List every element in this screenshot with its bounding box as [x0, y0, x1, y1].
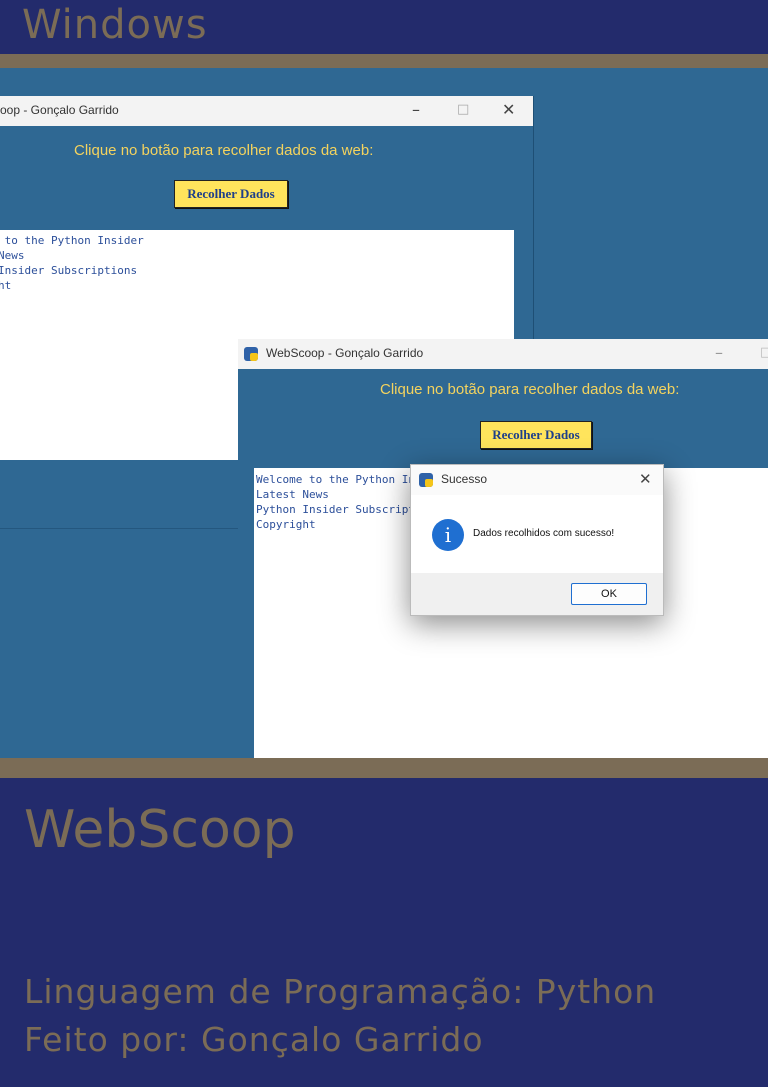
minimize-button[interactable]: – [715, 343, 723, 362]
result-line: Insider Subscriptions [0, 264, 138, 277]
instruction-label: Clique no botão para recolher dados da w… [380, 381, 680, 398]
result-line: News [0, 249, 25, 262]
close-button[interactable]: ✕ [639, 470, 652, 488]
minimize-button[interactable]: – [412, 100, 420, 119]
window-titlebar[interactable]: oop - Gonçalo Garrido – □ ✕ [0, 96, 533, 126]
close-button[interactable]: ✕ [502, 100, 515, 119]
maximize-button[interactable]: □ [760, 345, 768, 360]
collect-data-button[interactable]: Recolher Dados [174, 180, 288, 208]
header-bar: Windows [0, 0, 768, 54]
success-dialog: Sucesso ✕ i Dados recolhidos com sucesso… [410, 464, 664, 616]
python-icon [419, 473, 433, 487]
window-title: WebScoop - Gonçalo Garrido [266, 346, 424, 360]
collect-data-button[interactable]: Recolher Dados [480, 421, 592, 449]
footer-band [0, 758, 768, 778]
window-title: oop - Gonçalo Garrido [0, 103, 119, 117]
dialog-titlebar[interactable]: Sucesso ✕ [411, 465, 663, 495]
dialog-message: Dados recolhidos com sucesso! [473, 528, 615, 539]
divider [0, 528, 240, 529]
header-band [0, 54, 768, 68]
header-title: Windows [22, 2, 208, 48]
project-title: WebScoop [24, 800, 296, 860]
info-icon: i [432, 519, 464, 551]
window-titlebar[interactable]: WebScoop - Gonçalo Garrido – □ [238, 339, 768, 369]
author-line: Feito por: Gonçalo Garrido [24, 1020, 484, 1059]
ok-button[interactable]: OK [571, 583, 647, 605]
python-icon [244, 347, 258, 361]
language-line: Linguagem de Programação: Python [24, 972, 657, 1011]
screenshot-area: oop - Gonçalo Garrido – □ ✕ Clique no bo… [0, 68, 768, 758]
result-line: to the Python Insider [0, 234, 144, 247]
maximize-button[interactable]: □ [457, 102, 469, 117]
result-line: ht [0, 279, 12, 292]
dialog-title: Sucesso [441, 472, 488, 486]
instruction-label: Clique no botão para recolher dados da w… [74, 142, 374, 159]
